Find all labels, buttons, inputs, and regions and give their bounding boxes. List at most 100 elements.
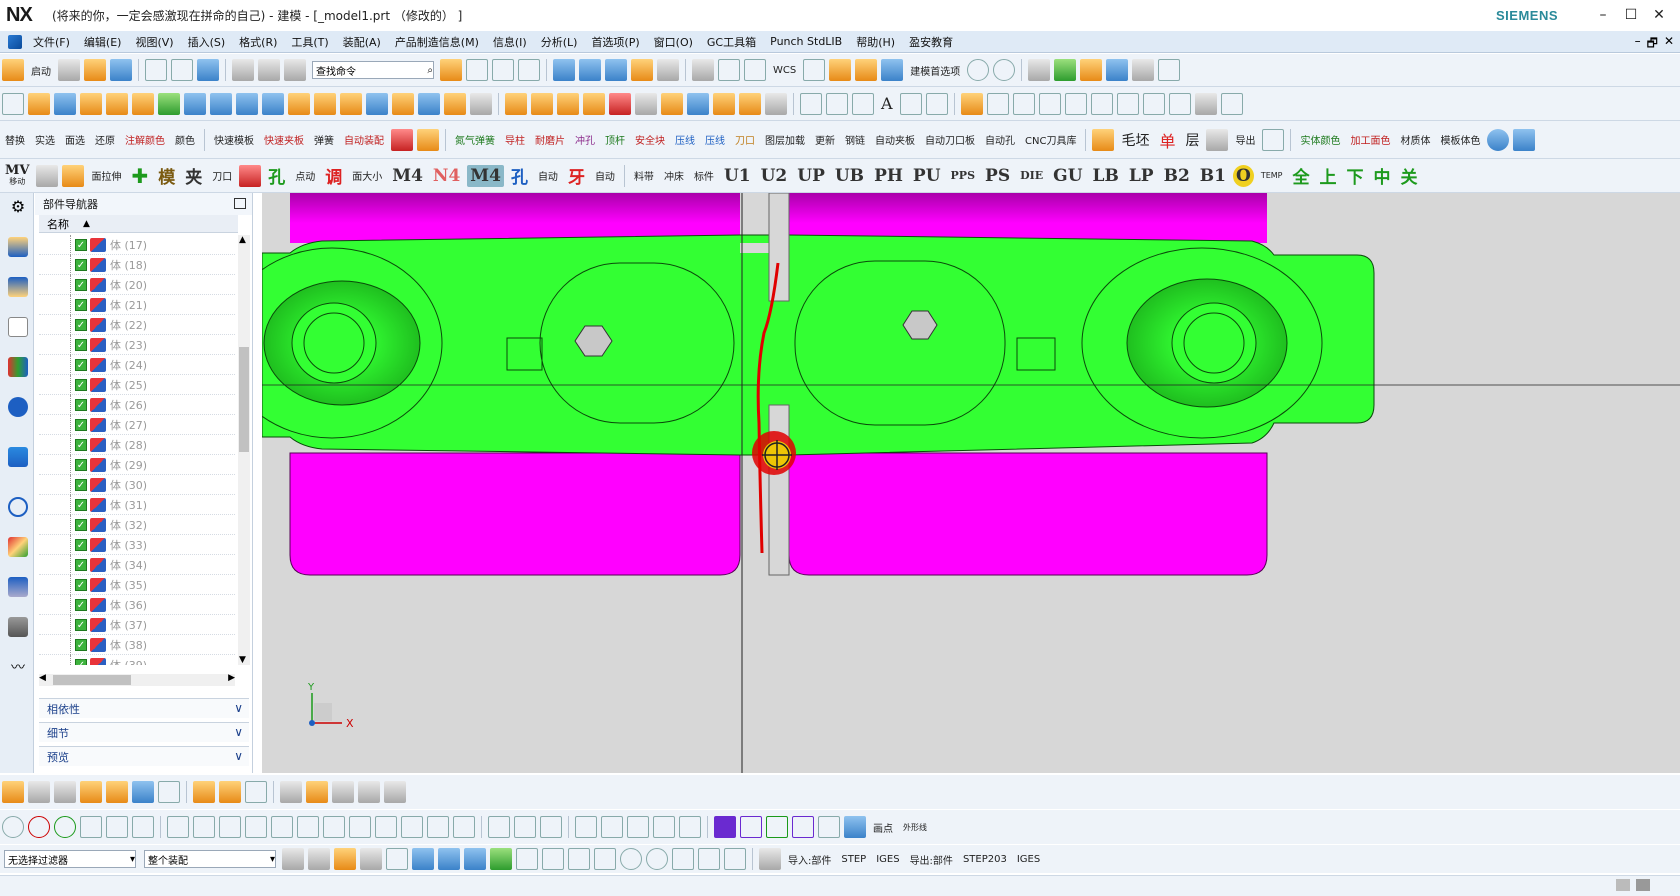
template-body-color-button[interactable]: 模板体色 <box>1437 129 1483 151</box>
curve-5-icon[interactable] <box>1168 92 1191 115</box>
project-icon[interactable] <box>575 816 597 838</box>
visibility-checkbox[interactable]: ✓ <box>75 258 87 271</box>
circle-3pt-icon[interactable] <box>80 816 102 838</box>
circle-tangent-icon[interactable] <box>54 816 76 838</box>
tree-row[interactable]: ✓ 体 (31) <box>39 494 235 515</box>
new-file-icon[interactable] <box>58 59 80 81</box>
visibility-checkbox[interactable]: ✓ <box>75 278 87 291</box>
line-circle-icon[interactable] <box>349 816 371 838</box>
curve-6-icon[interactable] <box>1220 92 1243 115</box>
solid-color-button[interactable]: 实体颜色 <box>1297 129 1343 151</box>
point-icon[interactable] <box>852 92 874 115</box>
import-icon[interactable] <box>759 848 781 870</box>
tree-vertical-scrollbar[interactable]: ▲ ▼ <box>238 235 250 665</box>
new-component-icon[interactable] <box>28 781 50 803</box>
export-part-button[interactable]: 导出:部件 <box>907 848 956 870</box>
mirror-face-icon[interactable] <box>661 92 683 115</box>
measure-distance-icon[interactable] <box>1158 59 1181 81</box>
text-icon[interactable]: A <box>878 93 896 115</box>
sketch-icon[interactable] <box>2 92 24 115</box>
tree-row[interactable]: ✓ 体 (34) <box>39 554 235 575</box>
snap-endpoint-icon[interactable] <box>516 848 538 870</box>
snap-points-icon[interactable] <box>490 848 512 870</box>
export-iges-button[interactable]: IGES <box>1014 848 1043 870</box>
constraint-navigator-icon[interactable] <box>8 277 28 297</box>
offset-curve-2-icon[interactable] <box>627 816 649 838</box>
plus-icon[interactable]: ✚ <box>128 164 151 188</box>
navigator-maximize-icon[interactable] <box>234 198 246 209</box>
tree-row[interactable]: ✓ 体 (23) <box>39 334 235 355</box>
person-icon[interactable] <box>62 164 85 187</box>
gear-icon[interactable]: ⚙ <box>8 197 28 217</box>
offset-region-icon[interactable] <box>583 92 605 115</box>
rect-view2-icon[interactable] <box>744 59 766 81</box>
visibility-checkbox[interactable]: ✓ <box>75 378 87 391</box>
rect-view-icon[interactable] <box>718 59 740 81</box>
lb-button[interactable]: LB <box>1090 165 1122 187</box>
angle-icon[interactable] <box>1012 92 1035 115</box>
open-folder-icon[interactable] <box>84 59 106 81</box>
scroll-up-icon[interactable]: ▲ <box>239 235 246 245</box>
face-size-button[interactable]: 面大小 <box>349 165 385 187</box>
arc-curve-icon[interactable] <box>826 92 848 115</box>
unite-icon[interactable] <box>158 92 180 115</box>
cut-face-icon[interactable] <box>713 92 735 115</box>
punch-slot-top[interactable] <box>768 193 790 302</box>
trim-curve-icon[interactable] <box>540 816 562 838</box>
command-finder-icon[interactable] <box>284 59 306 81</box>
shell-icon[interactable] <box>210 92 232 115</box>
details-panel[interactable]: 细节 ∨ <box>39 722 249 742</box>
o-button[interactable]: O <box>1233 164 1254 187</box>
redo-icon[interactable] <box>171 59 193 81</box>
roles-icon[interactable] <box>8 617 28 637</box>
arc-label-icon[interactable] <box>106 816 128 838</box>
cube-icon[interactable] <box>417 128 439 151</box>
auto-hole-button[interactable]: 自动孔 <box>982 129 1018 151</box>
purple-square-icon[interactable] <box>714 816 736 838</box>
tree-row[interactable]: ✓ 体 (18) <box>39 254 235 275</box>
visibility-checkbox[interactable]: ✓ <box>75 638 87 651</box>
pu-button[interactable]: PU <box>910 165 944 187</box>
tree-row[interactable]: ✓ 体 (29) <box>39 454 235 475</box>
visibility-checkbox[interactable]: ✓ <box>75 338 87 351</box>
model-canvas[interactable]: X Y <box>262 193 1680 773</box>
column-header-name[interactable]: 名称 ▲ <box>39 215 238 233</box>
part-navigator-icon[interactable] <box>8 317 28 337</box>
visibility-checkbox[interactable]: ✓ <box>75 658 87 665</box>
paperclip-icon[interactable] <box>306 781 328 803</box>
red-box-icon[interactable] <box>391 128 413 151</box>
up-button[interactable]: UP <box>794 165 828 187</box>
snap-center-icon[interactable] <box>620 848 642 870</box>
web-browser-icon[interactable] <box>8 447 28 467</box>
ub-button[interactable]: UB <box>832 165 867 187</box>
tree-row[interactable]: ✓ 体 (28) <box>39 434 235 455</box>
die-button[interactable]: DIE <box>1017 165 1046 187</box>
delete-face-icon[interactable] <box>444 92 466 115</box>
selection-icon[interactable] <box>197 59 219 81</box>
visibility-checkbox[interactable]: ✓ <box>75 618 87 631</box>
line-arc-icon[interactable] <box>271 816 293 838</box>
face-extrude-button[interactable]: 面拉伸 <box>88 165 124 187</box>
press-button[interactable]: 冲床 <box>661 165 687 187</box>
gauge-icon[interactable] <box>993 59 1016 81</box>
line-tangent-icon[interactable] <box>219 816 241 838</box>
visibility-checkbox[interactable]: ✓ <box>75 558 87 571</box>
tool-icon[interactable] <box>36 164 59 187</box>
mold-button[interactable]: 模 <box>155 165 178 188</box>
close-view-button[interactable]: 关 <box>1397 165 1420 188</box>
box-select-icon[interactable] <box>386 848 408 870</box>
visibility-checkbox[interactable]: ✓ <box>75 518 87 531</box>
snap-icon[interactable] <box>1054 59 1077 81</box>
bridge-curve-icon[interactable] <box>488 816 510 838</box>
visibility-checkbox[interactable]: ✓ <box>75 358 87 371</box>
circle-icon[interactable] <box>967 59 990 81</box>
selection-filter-select[interactable]: 无选择过滤器 ▾ <box>4 850 136 868</box>
mv-move-button[interactable]: MV 移动 <box>2 164 32 187</box>
menu-punch-stdlib[interactable]: Punch StdLIB <box>763 35 849 48</box>
tree-row[interactable]: ✓ 体 (26) <box>39 394 235 415</box>
assembly-constraint-icon[interactable] <box>158 781 180 803</box>
b1-button[interactable]: B1 <box>1197 165 1229 187</box>
graphics-viewport[interactable]: X Y <box>262 193 1680 773</box>
move-component-icon[interactable] <box>106 781 128 803</box>
tree-row[interactable]: ✓ 体 (38) <box>39 634 235 655</box>
